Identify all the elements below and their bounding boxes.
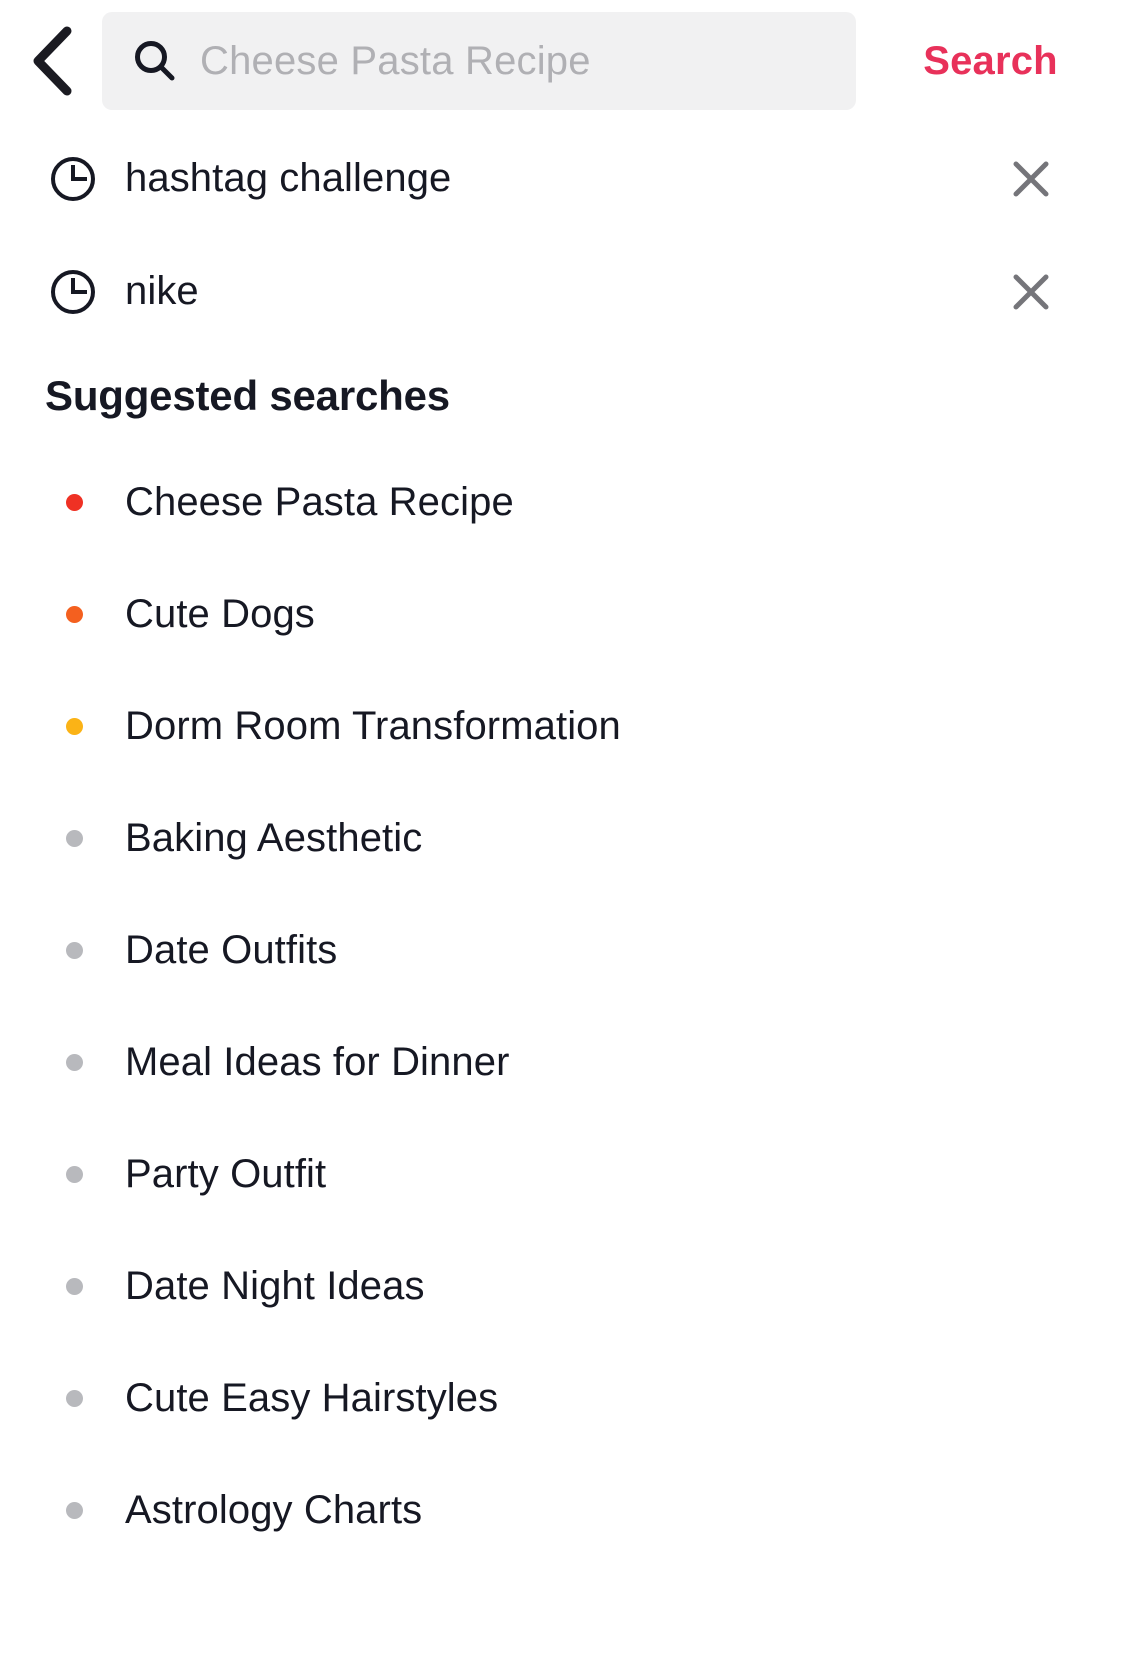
- suggested-search-label: Cute Dogs: [125, 591, 315, 636]
- suggested-search-item[interactable]: Astrology Charts: [0, 1454, 1125, 1566]
- suggested-searches-title: Suggested searches: [45, 372, 450, 419]
- rank-dot-icon: [66, 717, 83, 735]
- rank-dot-icon: [66, 941, 83, 959]
- history-item-label: nike: [125, 269, 199, 313]
- rank-dot-icon: [66, 1277, 83, 1295]
- suggested-search-item[interactable]: Meal Ideas for Dinner: [0, 1006, 1125, 1118]
- suggested-search-label: Date Night Ideas: [125, 1263, 425, 1308]
- suggested-search-label: Date Outfits: [125, 927, 338, 972]
- rank-dot-icon: [66, 1053, 83, 1071]
- history-item[interactable]: hashtag challenge: [0, 122, 1125, 235]
- suggested-search-label: Cute Easy Hairstyles: [125, 1375, 499, 1420]
- rank-dot-icon: [66, 1389, 83, 1407]
- suggested-search-item[interactable]: Party Outfit: [0, 1118, 1125, 1230]
- rank-dot-icon: [66, 493, 83, 511]
- search-history-list: hashtag challenge nike: [0, 122, 1125, 348]
- close-icon[interactable]: [1003, 264, 1059, 320]
- suggested-search-item[interactable]: Baking Aesthetic: [0, 782, 1125, 894]
- back-button[interactable]: [0, 0, 104, 122]
- suggested-search-item[interactable]: Cute Easy Hairstyles: [0, 1342, 1125, 1454]
- suggested-search-label: Baking Aesthetic: [125, 815, 423, 860]
- suggested-searches-list: Cheese Pasta Recipe Cute Dogs Dorm Room Tr…: [0, 446, 1125, 1566]
- search-input[interactable]: Cheese Pasta Recipe: [102, 12, 856, 110]
- suggested-search-label: Dorm Room Transformation: [125, 703, 621, 748]
- suggested-search-label: Meal Ideas for Dinner: [125, 1039, 510, 1084]
- suggested-search-label: Astrology Charts: [125, 1487, 423, 1532]
- suggested-search-item[interactable]: Date Night Ideas: [0, 1230, 1125, 1342]
- suggested-search-label: Cheese Pasta Recipe: [125, 479, 514, 524]
- search-submit-button[interactable]: Search: [856, 0, 1125, 122]
- suggested-search-item[interactable]: Cute Dogs: [0, 558, 1125, 670]
- search-input-value: Cheese Pasta Recipe: [200, 38, 591, 83]
- search-screen: Cheese Pasta Recipe Search hashtag chall…: [0, 0, 1125, 1671]
- search-icon: [132, 38, 178, 84]
- clock-icon: [49, 268, 97, 316]
- history-item-label: hashtag challenge: [125, 156, 452, 200]
- close-icon[interactable]: [1003, 151, 1059, 207]
- history-item[interactable]: nike: [0, 235, 1125, 348]
- clock-icon: [49, 155, 97, 203]
- rank-dot-icon: [66, 605, 83, 623]
- rank-dot-icon: [66, 1501, 83, 1519]
- suggested-search-item[interactable]: Dorm Room Transformation: [0, 670, 1125, 782]
- suggested-search-label: Party Outfit: [125, 1151, 327, 1196]
- chevron-left-icon: [27, 25, 77, 97]
- suggested-search-item[interactable]: Date Outfits: [0, 894, 1125, 1006]
- rank-dot-icon: [66, 829, 83, 847]
- rank-dot-icon: [66, 1165, 83, 1183]
- suggested-search-item[interactable]: Cheese Pasta Recipe: [0, 446, 1125, 558]
- search-header: Cheese Pasta Recipe Search: [0, 0, 1125, 122]
